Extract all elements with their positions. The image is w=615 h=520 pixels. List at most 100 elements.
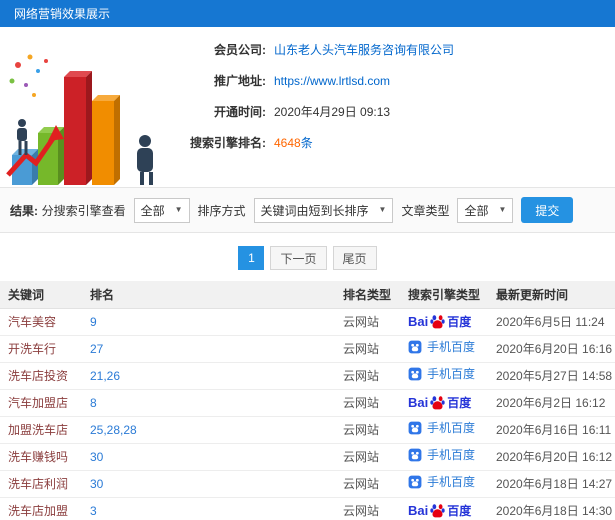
mobile-baidu-label: 手机百度 [427,475,476,489]
rank-link[interactable]: 3 [90,504,97,518]
mobile-baidu-logo: 手机百度 [408,421,475,435]
table-row: 开洗车行 27 云网站 Bai 百度 [0,335,615,363]
rank-link[interactable]: 8 [90,396,97,410]
page-1-button[interactable]: 1 [238,246,265,270]
keyword-text: 加盟洗车店 [8,423,69,437]
filter-bar: 结果: 分搜索引擎查看 全部 ▼ 排序方式 关键词由短到长排序 ▼ 文章类型 全… [0,187,615,233]
company-name-link[interactable]: 山东老人头汽车服务咨询有限公司 [274,41,454,58]
rank-link[interactable]: 30 [90,450,103,464]
updated-time: 2020年6月18日 14:30 [496,504,613,518]
baidu-logo-du: 百度 [447,503,472,518]
mobile-baidu-label: 手机百度 [427,448,476,462]
rank-type-text: 云网站 [343,369,380,383]
rank-count-value: 4648条 [274,134,313,151]
keyword-text: 洗车店加盟 [8,504,69,518]
rank-type-text: 云网站 [343,396,380,410]
header-keyword: 关键词 [0,281,82,309]
rank-count-unit: 条 [300,136,313,150]
updated-time: 2020年6月20日 16:16 [496,342,613,356]
promo-url-link[interactable]: https://www.lrtlsd.com [274,74,390,88]
mobile-baidu-logo: 手机百度 [408,475,475,489]
company-label: 会员公司: [214,43,266,57]
table-row: 洗车店投资 21,26 云网站 Bai 百度 [0,362,615,390]
bar-chart-graphic [6,54,153,185]
pagination: 1 下一页 尾页 [0,233,615,281]
mobile-baidu-icon [408,448,422,462]
mobile-baidu-logo: 手机百度 [408,448,475,462]
mobile-baidu-icon [408,340,422,354]
updated-time: 2020年6月2日 16:12 [496,396,606,410]
updated-time: 2020年6月16日 16:11 [496,423,612,437]
header-engine-type: 搜索引擎类型 [400,281,488,309]
engine-select-value: 全部 [140,203,165,218]
keyword-text: 洗车店利润 [8,477,69,491]
keyword-text: 汽车美容 [8,315,57,329]
table-row: 汽车美容 9 云网站 Bai 百度 2020年6月5日 11:24 [0,308,615,336]
rank-type-text: 云网站 [343,450,380,464]
chevron-down-icon: ▼ [378,205,387,214]
baidu-logo: Bai 百度 [408,503,471,518]
sort-select[interactable]: 关键词由短到长排序 ▼ [253,197,394,223]
rank-link[interactable]: 21,26 [90,369,120,383]
rank-type-text: 云网站 [343,423,380,437]
sort-select-value: 关键词由短到长排序 [260,203,369,218]
rank-count-number: 4648 [274,136,301,150]
info-row-company: 会员公司: 山东老人头汽车服务咨询有限公司 [180,41,454,58]
rank-link[interactable]: 30 [90,477,103,491]
keyword-text: 洗车赚钱吗 [8,450,69,464]
header-bar: 网络营销效果展示 [0,0,615,27]
baidu-logo-bai: Bai [408,314,429,329]
rank-type-text: 云网站 [343,477,380,491]
summary-section: 会员公司: 山东老人头汽车服务咨询有限公司 推广地址: https://www.… [0,27,615,187]
rank-count-label: 搜索引擎排名: [190,136,266,150]
baidu-logo: Bai 百度 [408,395,471,410]
table-row: 洗车赚钱吗 30 云网站 Bai 百度 [0,443,615,471]
baidu-paw-icon [430,504,445,518]
mobile-baidu-icon [408,367,422,381]
table-row: 洗车店加盟 3 云网站 Bai 百度 2020年6月18日 14:30 [0,497,615,520]
baidu-logo-bai: Bai [408,503,429,518]
result-label: 结果: [10,203,38,218]
baidu-logo: Bai 百度 [408,314,471,329]
mobile-baidu-label: 手机百度 [427,367,476,381]
rank-link[interactable]: 27 [90,342,103,356]
baidu-logo-du: 百度 [447,314,472,329]
open-time-value: 2020年4月29日 09:13 [274,105,391,119]
baidu-logo-du: 百度 [447,395,472,410]
rank-link[interactable]: 25,28,28 [90,423,137,437]
baidu-paw-icon [430,396,445,410]
baidu-logo-bai: Bai [408,395,429,410]
rank-link[interactable]: 9 [90,315,97,329]
updated-time: 2020年5月27日 14:58 [496,369,613,383]
mobile-baidu-icon [408,475,422,489]
table-row: 洗车店利润 30 云网站 Bai 百度 [0,470,615,498]
article-type-value: 全部 [464,203,489,218]
company-info: 会员公司: 山东老人头汽车服务咨询有限公司 推广地址: https://www.… [180,31,454,187]
submit-button[interactable]: 提交 [521,197,574,223]
info-row-rank-count: 搜索引擎排名: 4648条 [180,134,454,151]
mobile-baidu-label: 手机百度 [427,340,476,354]
next-page-button[interactable]: 下一页 [270,246,327,270]
chevron-down-icon: ▼ [498,205,507,214]
chart-illustration [0,31,168,187]
keyword-text: 开洗车行 [8,342,57,356]
engine-select[interactable]: 全部 ▼ [133,197,190,223]
keyword-text: 洗车店投资 [8,369,69,383]
table-row: 加盟洗车店 25,28,28 云网站 Bai 百度 [0,416,615,444]
table-header-row: 关键词 排名 排名类型 搜索引擎类型 最新更新时间 [0,281,615,309]
article-type-select[interactable]: 全部 ▼ [457,197,514,223]
updated-time: 2020年6月5日 11:24 [496,315,605,329]
filter-controls: 分搜索引擎查看 全部 ▼ 排序方式 关键词由短到长排序 ▼ 文章类型 全部 ▼ … [42,197,574,223]
rank-type-text: 云网站 [343,315,380,329]
keyword-text: 汽车加盟店 [8,396,69,410]
article-type-label: 文章类型 [401,203,450,218]
rank-type-text: 云网站 [343,342,380,356]
header-rank-type: 排名类型 [335,281,400,309]
mobile-baidu-logo: 手机百度 [408,367,475,381]
promo-url-label: 推广地址: [214,74,266,88]
last-page-button[interactable]: 尾页 [332,246,377,270]
baidu-paw-icon [430,315,445,329]
mobile-baidu-logo: 手机百度 [408,340,475,354]
info-row-url: 推广地址: https://www.lrtlsd.com [180,72,454,89]
page-title: 网络营销效果展示 [14,7,111,21]
